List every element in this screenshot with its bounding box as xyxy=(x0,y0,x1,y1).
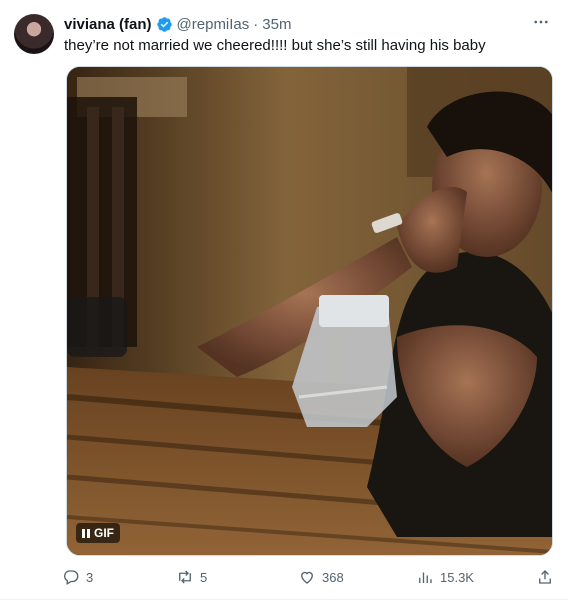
tweet-header: viviana (fan) @repmiIas · 35m xyxy=(64,14,554,34)
author-handle[interactable]: @repmiIas xyxy=(177,16,250,33)
author-name[interactable]: viviana (fan) xyxy=(64,16,152,33)
share-button[interactable] xyxy=(536,566,554,588)
pause-icon xyxy=(82,528,90,538)
action-bar: 3 5 368 15.3K xyxy=(62,566,558,588)
tweet-card[interactable]: viviana (fan) @repmiIas · 35m they’re no… xyxy=(0,0,568,600)
tweet-text: they’re not married we cheered!!!! but s… xyxy=(64,37,486,54)
heart-icon xyxy=(301,571,313,584)
retweet-button[interactable]: 5 xyxy=(176,566,207,588)
separator-dot: · xyxy=(253,15,259,33)
retweet-count: 5 xyxy=(200,569,208,585)
analytics-icon xyxy=(419,572,432,583)
avatar[interactable] xyxy=(14,14,54,54)
gif-media[interactable]: GIF xyxy=(66,66,553,556)
retweet-icon xyxy=(179,570,191,584)
reply-button[interactable]: 3 xyxy=(62,566,93,588)
view-count: 15.3K xyxy=(440,569,474,585)
gif-label: GIF xyxy=(94,526,114,540)
timestamp[interactable]: 35m xyxy=(262,16,291,33)
like-count: 368 xyxy=(322,569,344,585)
more-horizontal-icon[interactable] xyxy=(530,12,552,32)
views-button[interactable]: 15.3K xyxy=(416,566,474,588)
reply-count: 3 xyxy=(86,569,94,585)
like-button[interactable]: 368 xyxy=(298,566,344,588)
reply-icon xyxy=(64,570,79,585)
gif-badge[interactable]: GIF xyxy=(76,523,120,543)
share-icon xyxy=(539,570,551,584)
verified-badge-icon xyxy=(156,16,173,33)
gif-frame-image xyxy=(67,67,552,555)
